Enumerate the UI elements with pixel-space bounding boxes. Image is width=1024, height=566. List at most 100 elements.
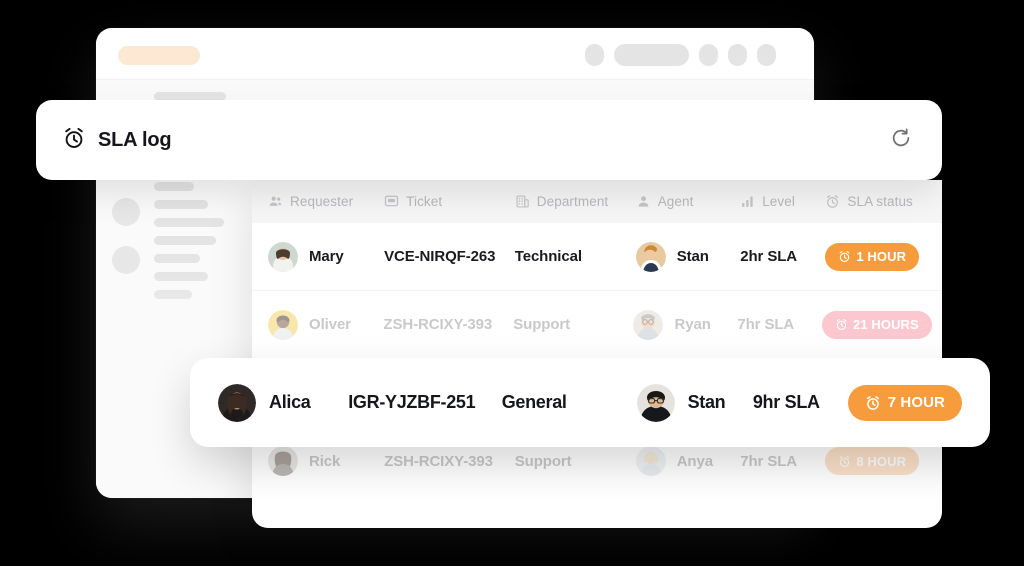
screenshot-stage: Requester Ticket Department Agent Level … (0, 0, 1024, 566)
nav-placeholder-bar[interactable] (614, 44, 689, 66)
refresh-icon (890, 127, 912, 154)
column-header-label: Level (762, 194, 795, 209)
nav-placeholder-dot-1[interactable] (585, 44, 604, 66)
cell-requester: Rick (268, 446, 384, 476)
skeleton-avatar (112, 246, 140, 274)
cell-sla-status: 21 HOURS (822, 310, 932, 339)
nav-placeholder-dot-2[interactable] (699, 44, 718, 66)
column-header-label: Agent (657, 194, 694, 209)
nav-placeholder-dot-3[interactable] (728, 44, 747, 66)
status-badge-label: 8 HOUR (856, 453, 907, 469)
cell-requester: Alica (218, 383, 348, 422)
refresh-button[interactable] (886, 125, 916, 155)
status-badge-label: 1 HOUR (856, 249, 907, 264)
user-icon (636, 194, 651, 209)
bar-chart-icon (740, 194, 755, 209)
cell-ticket: ZSH-RCIXY-393 (384, 453, 515, 470)
sla-log-table: Requester Ticket Department Agent Level … (252, 180, 942, 528)
cell-department: Support (515, 453, 636, 470)
avatar (218, 383, 256, 422)
ticket-id: ZSH-RCIXY-393 (384, 452, 493, 470)
ticket-id: ZSH-RCIXY-393 (383, 316, 493, 333)
requester-name: Alica (269, 392, 311, 412)
cell-department: Technical (515, 248, 636, 265)
column-header-agent[interactable]: Agent (636, 194, 741, 209)
alarm-clock-icon (865, 395, 881, 411)
cell-level: 7hr SLA (737, 316, 822, 333)
alarm-clock-icon (62, 126, 86, 155)
table-row[interactable]: Mary VCE-NIRQF-263 Technical Stan 2hr SL… (252, 223, 942, 291)
column-header-label: SLA status (847, 194, 913, 209)
status-badge[interactable]: 1 HOUR (825, 242, 920, 271)
ticket-id: IGR-YJZBF-251 (348, 392, 476, 412)
cell-level: 7hr SLA (740, 453, 825, 470)
cell-level: 2hr SLA (740, 248, 825, 265)
alarm-clock-icon (838, 455, 851, 468)
column-header-sla-status[interactable]: SLA status (825, 194, 926, 209)
skeleton-bar (154, 254, 200, 263)
level-value: 7hr SLA (740, 452, 798, 470)
column-header-level[interactable]: Level (740, 194, 825, 209)
column-header-requester[interactable]: Requester (268, 194, 384, 209)
alarm-clock-icon (825, 194, 840, 209)
cell-sla-status: 8 HOUR (825, 447, 926, 475)
app-topbar (96, 28, 814, 80)
message-square-icon (384, 194, 399, 209)
avatar (636, 383, 675, 422)
cell-ticket: IGR-YJZBF-251 (348, 392, 501, 413)
skeleton-avatar (112, 198, 140, 226)
skeleton-bar (154, 290, 192, 299)
brand-pill (118, 46, 200, 65)
cell-ticket: VCE-NIRQF-263 (384, 248, 515, 265)
cell-agent: Stan (636, 383, 753, 422)
cell-level: 9hr SLA (753, 392, 848, 413)
avatar (635, 241, 666, 272)
status-badge-label: 21 HOURS (853, 317, 919, 332)
avatar (268, 446, 298, 476)
column-header-label: Requester (290, 194, 354, 209)
agent-name: Stan (687, 392, 726, 412)
column-header-ticket[interactable]: Ticket (384, 194, 515, 209)
table-row[interactable]: Oliver ZSH-RCIXY-393 Support Ryan 7hr SL… (252, 291, 942, 359)
cell-agent: Ryan (633, 309, 737, 340)
nav-placeholder-dot-4[interactable] (757, 44, 776, 66)
column-header-label: Ticket (406, 194, 443, 209)
cell-requester: Mary (268, 241, 384, 272)
status-badge[interactable]: 8 HOUR (825, 447, 920, 475)
department-name: Support (513, 316, 571, 333)
department-name: Support (514, 452, 572, 470)
ticket-id: VCE-NIRQF-263 (384, 248, 496, 265)
alarm-clock-icon (838, 250, 851, 263)
status-badge[interactable]: 7 HOUR (847, 384, 962, 421)
agent-name: Stan (676, 248, 709, 265)
column-header-label: Department (536, 194, 609, 209)
topbar-nav-placeholders (585, 44, 776, 66)
skeleton-bar (154, 218, 224, 227)
level-value: 2hr SLA (740, 248, 798, 265)
status-badge-label: 7 HOUR (887, 394, 945, 411)
status-badge[interactable]: 21 HOURS (822, 310, 932, 339)
agent-name: Anya (676, 452, 713, 470)
level-value: 9hr SLA (752, 392, 820, 412)
cell-department: Support (513, 316, 633, 333)
requester-name: Mary (309, 248, 344, 265)
avatar (268, 309, 298, 340)
page-title: SLA log (98, 128, 172, 151)
cell-department: General (502, 392, 637, 413)
panel-title-group: SLA log (62, 126, 172, 155)
requester-name: Oliver (309, 316, 351, 333)
skeleton-bar (154, 236, 216, 245)
users-icon (268, 194, 283, 209)
avatar (633, 309, 664, 340)
column-header-department[interactable]: Department (515, 194, 636, 209)
table-header-row: Requester Ticket Department Agent Level … (252, 180, 942, 223)
department-name: General (501, 392, 567, 412)
cell-requester: Oliver (268, 309, 383, 340)
cell-sla-status: 7 HOUR (847, 384, 962, 421)
sla-log-panel-header: SLA log (36, 100, 942, 180)
highlighted-table-row[interactable]: Alica IGR-YJZBF-251 General Stan 9hr SLA… (190, 358, 990, 447)
level-value: 7hr SLA (737, 316, 795, 333)
cell-agent: Anya (635, 446, 741, 476)
building-icon (515, 194, 530, 209)
cell-agent: Stan (635, 241, 741, 272)
